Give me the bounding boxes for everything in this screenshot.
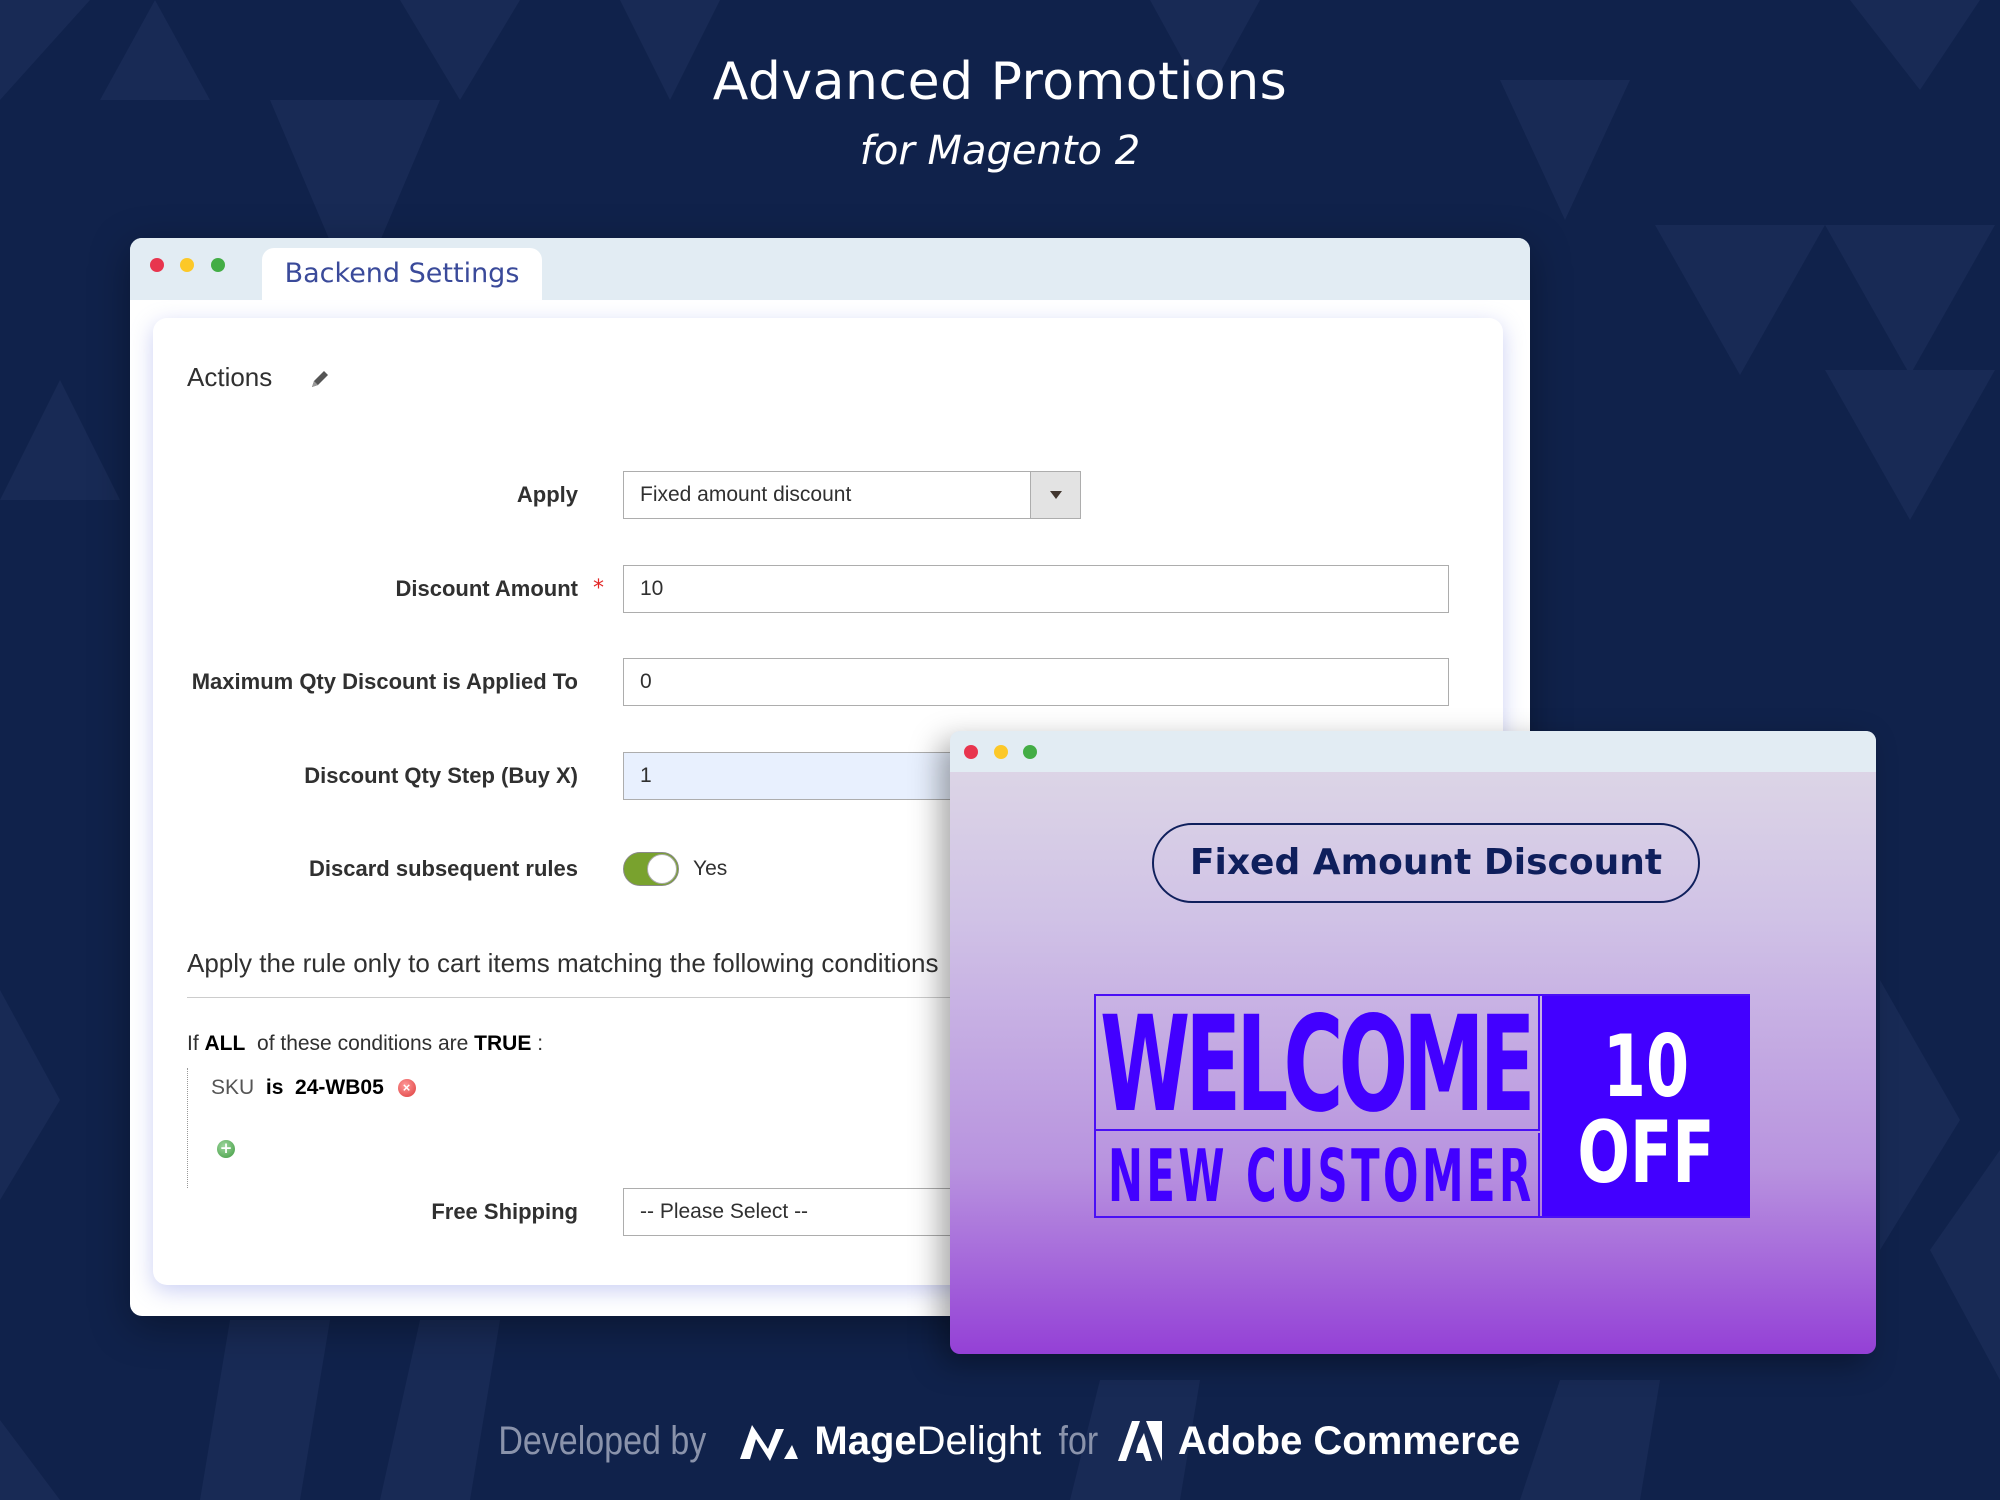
discount-block: 10 OFF [1542,996,1750,1216]
edit-pencil-icon[interactable] [309,368,331,390]
free-shipping-row: Free Shipping [153,1188,578,1236]
section-title-actions: Actions [187,362,273,392]
developed-by-text: Developed by [498,1418,707,1463]
close-dot-icon[interactable] [150,258,164,272]
condition-attribute: SKU [211,1076,255,1099]
qty-step-row: Discount Qty Step (Buy X) [153,752,578,800]
max-qty-label: Maximum Qty Discount is Applied To [191,669,578,694]
qty-step-label: Discount Qty Step (Buy X) [304,763,578,788]
remove-condition-icon[interactable]: × [397,1079,416,1098]
discount-off-label: OFF [1577,1103,1715,1203]
apply-select-value: Fixed amount discount [640,483,852,506]
intro-prefix: If [187,1032,199,1055]
welcome-banner: WELCOME NEW CUSTOMER 10 OFF [1094,994,1750,1218]
toggle-knob [647,854,677,884]
condition-row: SKU is 24-WB05 × [211,1076,416,1100]
discount-amount-row: Discount Amount [153,565,579,613]
adobe-logo-icon [1117,1421,1162,1461]
window-titlebar [950,731,1876,772]
intro-middle: of these conditions are [257,1032,469,1055]
banner-headline: WELCOME [1100,996,1536,1131]
value-link[interactable]: TRUE [474,1032,531,1055]
promo-type-pill: Fixed Amount Discount [1152,823,1700,903]
promo-preview-window: Fixed Amount Discount WELCOME NEW CUSTOM… [950,731,1876,1354]
apply-select[interactable]: Fixed amount discount [623,471,1081,519]
discount-amount-label: Discount Amount [395,576,579,601]
discount-amount-input[interactable]: 10 [623,565,1449,613]
maximize-dot-icon[interactable] [211,258,225,272]
for-text: for [1058,1418,1099,1463]
max-qty-row: Maximum Qty Discount is Applied To [153,658,578,706]
max-qty-input[interactable]: 0 [623,658,1449,706]
chevron-down-icon [1050,491,1062,499]
platform-name: Adobe Commerce [1177,1418,1521,1463]
page-title: Advanced Promotions [712,52,1288,112]
discard-rules-value: Yes [693,857,728,880]
conditions-heading: Apply the rule only to cart items matchi… [187,948,939,978]
condition-operator[interactable]: is [266,1076,284,1099]
required-asterisk: * [593,576,604,601]
discount-amount: 10 [1602,1017,1690,1117]
minimize-dot-icon[interactable] [180,258,194,272]
new-customer-box: NEW CUSTOMER [1096,1133,1540,1218]
intro-suffix: : [537,1032,544,1055]
close-dot-icon[interactable] [964,745,978,759]
discard-rules-row: Discard subsequent rules [153,845,578,893]
apply-dropdown-button[interactable] [1030,472,1080,518]
discard-rules-toggle[interactable] [623,852,679,886]
condition-value[interactable]: 24-WB05 [295,1076,384,1099]
window-titlebar: Backend Settings [130,238,1530,300]
apply-label: Apply [516,482,578,507]
maximize-dot-icon[interactable] [1023,745,1037,759]
brand-name: MageDelight [814,1418,1042,1463]
tab-backend-settings[interactable]: Backend Settings [262,248,542,300]
magedelight-logo-icon [740,1425,799,1461]
add-condition-icon[interactable]: + [217,1140,235,1158]
banner-subline: NEW CUSTOMER [1108,1134,1535,1218]
conditions-tree-line [187,1068,189,1188]
footer-credit: Developed by MageDelight for Adobe Comme… [0,1412,2000,1470]
discard-rules-label: Discard subsequent rules [309,856,578,881]
welcome-box: WELCOME [1096,996,1540,1131]
conditions-intro: If ALL of these conditions are TRUE : [187,1032,543,1056]
minimize-dot-icon[interactable] [994,745,1008,759]
aggregator-link[interactable]: ALL [205,1032,246,1055]
free-shipping-label: Free Shipping [431,1199,578,1224]
page-subtitle: for Magento 2 [859,128,1141,174]
apply-row: Apply [153,471,578,519]
